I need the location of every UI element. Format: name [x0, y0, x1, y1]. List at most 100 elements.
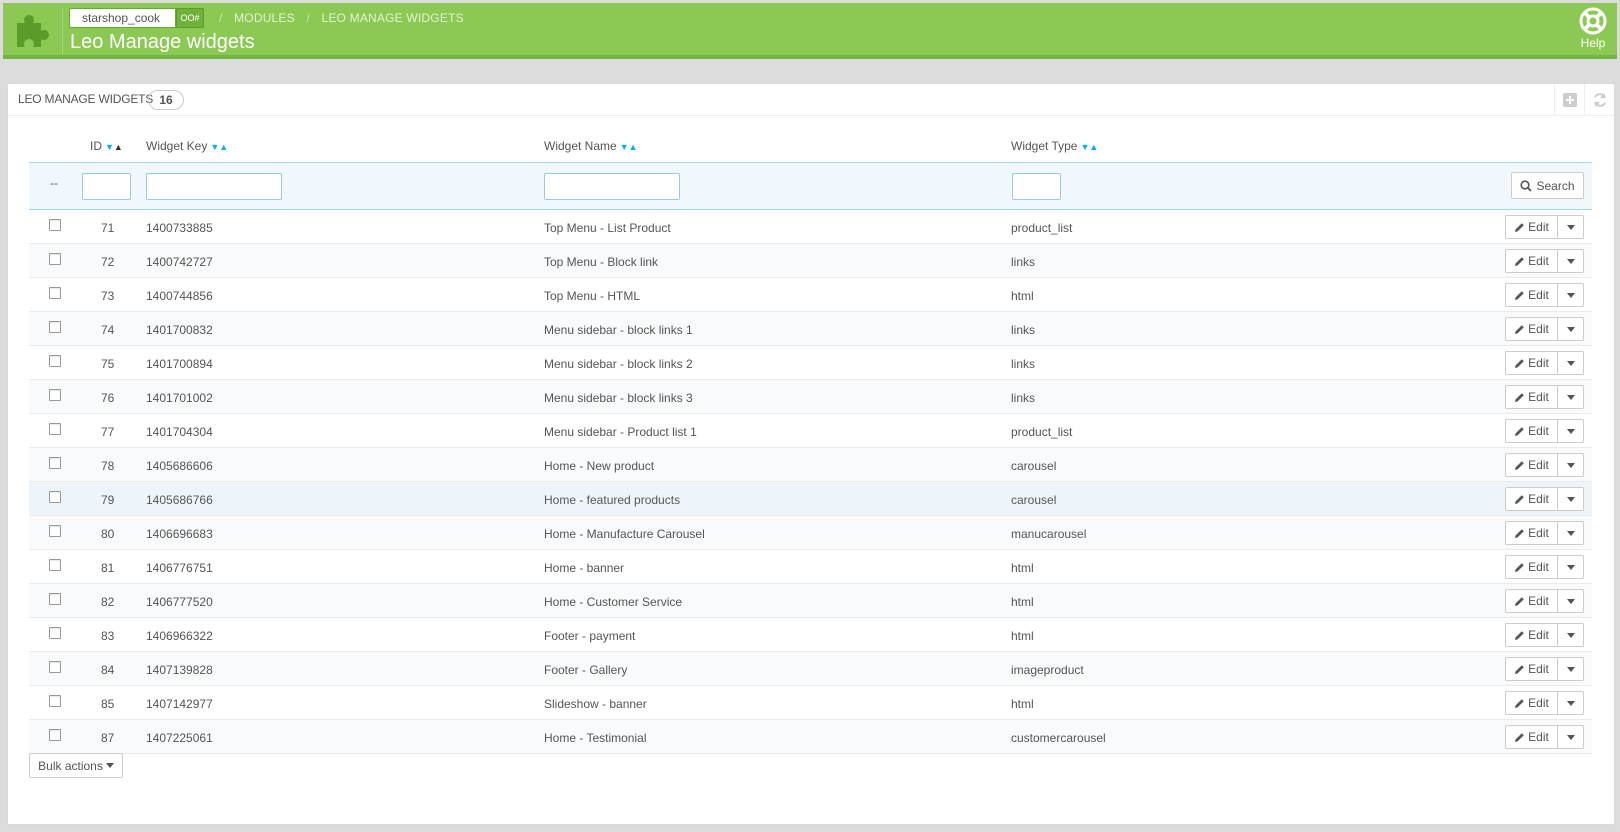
row-actions-dropdown[interactable] [1557, 215, 1584, 239]
row-actions-dropdown[interactable] [1557, 249, 1584, 273]
edit-button[interactable]: Edit [1505, 657, 1557, 681]
breadcrumb-current[interactable]: LEO MANAGE WIDGETS [321, 11, 463, 25]
column-header-widget-key[interactable]: Widget Key ▼▲ [146, 139, 228, 153]
edit-button[interactable]: Edit [1505, 555, 1557, 579]
refresh-button[interactable] [1584, 84, 1614, 116]
edit-button[interactable]: Edit [1505, 623, 1557, 647]
cell-widget-name: Menu sidebar - block links 2 [544, 357, 693, 371]
edit-button[interactable]: Edit [1505, 215, 1557, 239]
row-checkbox[interactable] [49, 219, 61, 231]
pencil-icon [1515, 256, 1524, 266]
row-checkbox[interactable] [49, 355, 61, 367]
row-actions-dropdown[interactable] [1557, 351, 1584, 375]
row-actions-dropdown[interactable] [1557, 453, 1584, 477]
row-checkbox[interactable] [49, 593, 61, 605]
row-checkbox[interactable] [49, 661, 61, 673]
table-row: 74 1401700832 Menu sidebar - block links 1… [29, 312, 1592, 346]
filter-id-input[interactable] [82, 173, 131, 200]
edit-button[interactable]: Edit [1505, 317, 1557, 341]
search-button[interactable]: Search [1511, 172, 1584, 199]
caret-down-icon [1566, 394, 1575, 400]
row-checkbox[interactable] [49, 389, 61, 401]
sort-icons[interactable]: ▼▲ [105, 142, 123, 152]
breadcrumb-modules[interactable]: MODULES [234, 11, 295, 25]
row-actions-dropdown[interactable] [1557, 623, 1584, 647]
edit-button[interactable]: Edit [1505, 351, 1557, 375]
filter-key-input[interactable] [146, 173, 282, 200]
edit-label: Edit [1528, 288, 1549, 302]
row-checkbox[interactable] [49, 253, 61, 265]
row-actions-dropdown[interactable] [1557, 555, 1584, 579]
row-actions: Edit [1505, 521, 1584, 545]
edit-button[interactable]: Edit [1505, 385, 1557, 409]
bulk-actions-button[interactable]: Bulk actions [29, 753, 123, 778]
edit-button[interactable]: Edit [1505, 691, 1557, 715]
row-actions-dropdown[interactable] [1557, 283, 1584, 307]
cell-id: 71 [101, 221, 115, 235]
row-actions-dropdown[interactable] [1557, 725, 1584, 749]
sort-icons[interactable]: ▼▲ [1080, 142, 1098, 152]
shop-selector-button[interactable]: OO# [176, 8, 204, 28]
row-checkbox[interactable] [49, 627, 61, 639]
cell-id: 74 [101, 323, 115, 337]
column-header-widget-type[interactable]: Widget Type ▼▲ [1011, 139, 1098, 153]
edit-button[interactable]: Edit [1505, 725, 1557, 749]
cell-widget-key: 1400744856 [146, 289, 213, 303]
edit-button[interactable]: Edit [1505, 249, 1557, 273]
shop-selector-input[interactable]: starshop_cook [69, 8, 176, 28]
sort-icons[interactable]: ▼▲ [620, 142, 638, 152]
cell-widget-name: Home - banner [544, 561, 625, 575]
help-button[interactable]: Help [1573, 7, 1613, 50]
row-actions: Edit [1505, 215, 1584, 239]
widgets-table: ID ▼▲ Widget Key ▼▲ Widget Name ▼▲ Widget T… [29, 127, 1592, 754]
column-header-id[interactable]: ID ▼▲ [90, 139, 123, 153]
row-actions: Edit [1505, 623, 1584, 647]
row-actions-dropdown[interactable] [1557, 657, 1584, 681]
row-actions-dropdown[interactable] [1557, 521, 1584, 545]
pencil-icon [1515, 358, 1524, 368]
row-actions-dropdown[interactable] [1557, 419, 1584, 443]
edit-button[interactable]: Edit [1505, 453, 1557, 477]
edit-button[interactable]: Edit [1505, 521, 1557, 545]
cell-widget-key: 1401701002 [146, 391, 213, 405]
row-actions: Edit [1505, 725, 1584, 749]
table-row: 80 1406696683 Home - Manufacture Carousel m… [29, 516, 1592, 550]
filter-name-input[interactable] [544, 173, 680, 200]
row-checkbox[interactable] [49, 423, 61, 435]
row-checkbox[interactable] [49, 695, 61, 707]
row-checkbox[interactable] [49, 321, 61, 333]
row-actions-dropdown[interactable] [1557, 589, 1584, 613]
table-row: 85 1407142977 Slideshow - banner html Edit [29, 686, 1592, 720]
column-header-widget-name[interactable]: Widget Name ▼▲ [544, 139, 638, 153]
edit-label: Edit [1528, 628, 1549, 642]
row-checkbox[interactable] [49, 287, 61, 299]
cell-id: 85 [101, 697, 115, 711]
row-actions-dropdown[interactable] [1557, 487, 1584, 511]
row-actions-dropdown[interactable] [1557, 691, 1584, 715]
add-new-button[interactable] [1554, 84, 1584, 116]
pencil-icon [1515, 290, 1524, 300]
cell-widget-name: Home - Manufacture Carousel [544, 527, 705, 541]
row-actions-dropdown[interactable] [1557, 385, 1584, 409]
edit-label: Edit [1528, 662, 1549, 676]
edit-button[interactable]: Edit [1505, 283, 1557, 307]
filter-type-input[interactable] [1012, 173, 1061, 200]
row-checkbox[interactable] [49, 729, 61, 741]
row-actions-dropdown[interactable] [1557, 317, 1584, 341]
cell-widget-key: 1407139828 [146, 663, 213, 677]
edit-label: Edit [1528, 560, 1549, 574]
edit-button[interactable]: Edit [1505, 419, 1557, 443]
sort-icons[interactable]: ▼▲ [210, 142, 228, 152]
edit-button[interactable]: Edit [1505, 487, 1557, 511]
row-checkbox[interactable] [49, 525, 61, 537]
cell-widget-name: Menu sidebar - block links 3 [544, 391, 693, 405]
cell-widget-type: product_list [1011, 425, 1073, 439]
cell-widget-key: 1407225061 [146, 731, 213, 745]
pencil-icon [1515, 324, 1524, 334]
row-checkbox[interactable] [49, 559, 61, 571]
edit-button[interactable]: Edit [1505, 589, 1557, 613]
row-checkbox[interactable] [49, 457, 61, 469]
row-checkbox[interactable] [49, 491, 61, 503]
pencil-icon [1515, 664, 1524, 674]
table-row: 73 1400744856 Top Menu - HTML html Edit [29, 278, 1592, 312]
